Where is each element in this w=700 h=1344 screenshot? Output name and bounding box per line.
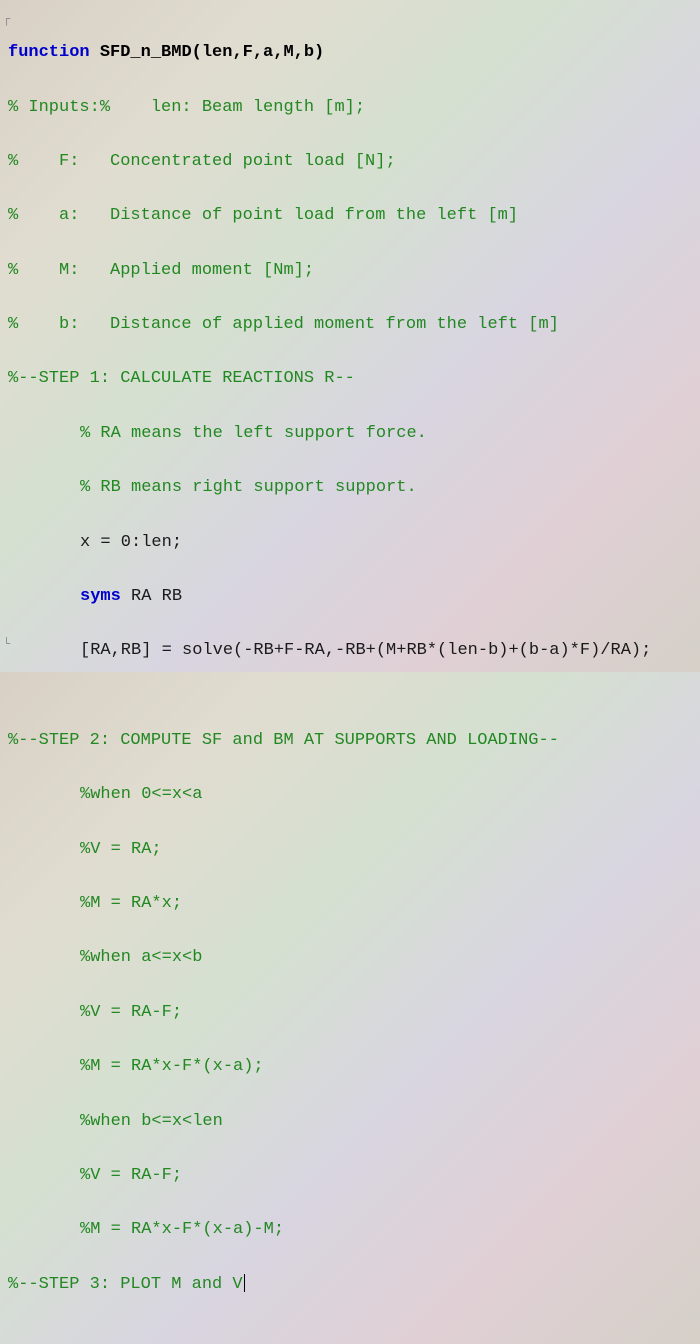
code-line[interactable]: function SFD_n_BMD(len,F,a,M,b) <box>8 39 692 66</box>
code-fold-close[interactable]: └ <box>3 635 10 654</box>
code-line[interactable]: syms RA RB <box>8 583 692 610</box>
code-line[interactable]: % M: Applied moment [Nm]; <box>8 257 692 284</box>
code-fold-open[interactable]: ┌ <box>3 10 10 29</box>
code-line[interactable]: % Inputs:% len: Beam length [m]; <box>8 94 692 121</box>
code-line[interactable]: %when a<=x<b <box>8 944 692 971</box>
code-line[interactable]: %M = RA*x; <box>8 890 692 917</box>
syms-vars: RA RB <box>121 587 182 606</box>
code-line[interactable]: %V = RA-F; <box>8 1162 692 1189</box>
code-line[interactable]: %--STEP 1: CALCULATE REACTIONS R-- <box>8 365 692 392</box>
code-line[interactable]: % a: Distance of point load from the lef… <box>8 202 692 229</box>
comment-text: %--STEP 3: PLOT M and V <box>8 1275 243 1294</box>
code-line[interactable]: [RA,RB] = solve(-RB+F-RA,-RB+(M+RB*(len-… <box>8 637 692 664</box>
code-line[interactable]: %--STEP 3: PLOT M and V <box>8 1271 692 1298</box>
code-line[interactable]: % F: Concentrated point load [N]; <box>8 148 692 175</box>
code-line[interactable]: %V = RA-F; <box>8 999 692 1026</box>
code-line[interactable]: % RA means the left support force. <box>8 420 692 447</box>
code-line[interactable]: % b: Distance of applied moment from the… <box>8 311 692 338</box>
keyword-function: function <box>8 43 90 62</box>
code-line[interactable]: x = 0:len; <box>8 529 692 556</box>
code-line[interactable]: %--STEP 2: COMPUTE SF and BM AT SUPPORTS… <box>8 727 692 754</box>
code-line[interactable] <box>8 1325 692 1344</box>
code-line[interactable]: %when 0<=x<a <box>8 781 692 808</box>
code-line[interactable]: %M = RA*x-F*(x-a); <box>8 1053 692 1080</box>
code-line[interactable]: % RB means right support support. <box>8 474 692 501</box>
code-line[interactable]: %V = RA; <box>8 836 692 863</box>
code-editor[interactable]: function SFD_n_BMD(len,F,a,M,b) % Inputs… <box>8 12 692 1344</box>
code-line[interactable]: %M = RA*x-F*(x-a)-M; <box>8 1216 692 1243</box>
text-cursor <box>244 1274 245 1292</box>
function-signature: SFD_n_BMD(len,F,a,M,b) <box>90 43 325 62</box>
keyword-syms: syms <box>80 587 121 606</box>
code-line[interactable]: %when b<=x<len <box>8 1108 692 1135</box>
